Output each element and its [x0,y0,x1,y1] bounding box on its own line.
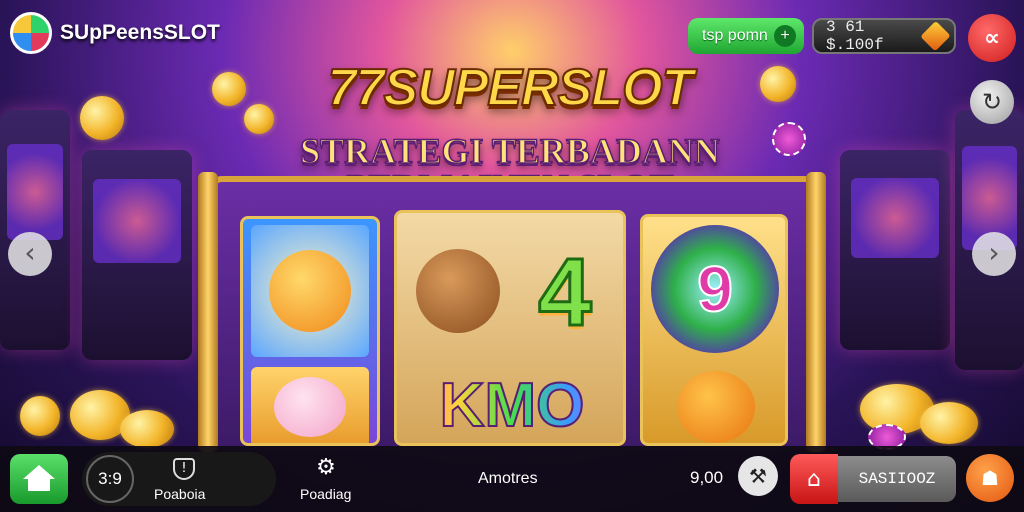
bet-value: 9,00 [690,468,724,487]
pig-symbol [251,367,369,443]
chevron-left-icon: ‹ [24,236,36,269]
hammer-icon[interactable]: ⚒ [738,456,778,496]
chef-icon: ☗ [981,466,999,490]
bear-symbol [403,219,513,363]
coin-decor [120,410,174,448]
home-icon [23,465,55,493]
word-symbol: KMO [401,369,623,441]
balance-display[interactable]: 3 61 $.100f [812,18,956,54]
machine-pillar-right [806,172,826,452]
alert-icon[interactable]: ! [173,458,195,480]
reel-1[interactable] [240,216,380,446]
logo-icon [10,12,52,54]
deposit-button[interactable]: tsp pomn + [688,18,804,54]
arcade-cabinet-left-2 [82,150,192,360]
counter-display: 3:9 [86,455,134,503]
plus-icon: + [774,25,796,47]
reel-3[interactable]: 9 [640,214,788,446]
coin-decor [244,104,274,134]
arcade-cabinet-left [0,110,70,350]
center-label[interactable]: Amotres [478,470,538,488]
close-icon: ∝ [984,25,1000,51]
cat-symbol [251,225,369,357]
brand-name: SUpPeensSLOT [60,21,220,44]
coin-decor [212,72,246,106]
prev-slide-button[interactable]: ‹ [8,232,52,276]
brand-logo[interactable]: SUpPeensSLOT [10,12,220,54]
coin-decor [760,66,796,102]
gear-label[interactable]: Poadiag [300,486,351,502]
spin-label-pill[interactable]: SASIIOOZ [838,456,956,502]
left-label[interactable]: Poaboia [154,486,205,502]
coin-decor [920,402,978,444]
spiral-digit: 9 [696,252,734,326]
chevron-right-icon: › [988,236,1000,269]
next-slide-button[interactable]: › [972,232,1016,276]
settings-button[interactable]: ↻ [970,80,1014,124]
settings-icon: ↻ [981,88,1003,116]
coin-decor [20,396,60,436]
chip-decor [772,122,806,156]
close-button[interactable]: ∝ [968,14,1016,62]
profile-button[interactable]: ☗ [966,454,1014,502]
deposit-label: tsp pomn [702,27,768,44]
number-symbol: 4 [537,238,593,348]
game-title: 77SUPERSLOT [327,58,695,118]
reel-2[interactable]: 4 KMO [394,210,626,446]
coin-decor [80,96,124,140]
spin-label: SASIIOOZ [858,470,936,488]
house-red-icon: ⌂ [807,466,821,492]
balance-value: 3 61 $.100f [826,18,884,54]
gear-icon[interactable]: ⚙ [314,456,338,480]
machine-pillar-left [198,172,218,452]
arcade-cabinet-right [840,150,950,350]
orange-symbol [661,367,771,443]
home-button[interactable] [10,454,68,504]
spiral-symbol: 9 [651,225,779,353]
spin-button[interactable]: ⌂ [790,454,838,504]
